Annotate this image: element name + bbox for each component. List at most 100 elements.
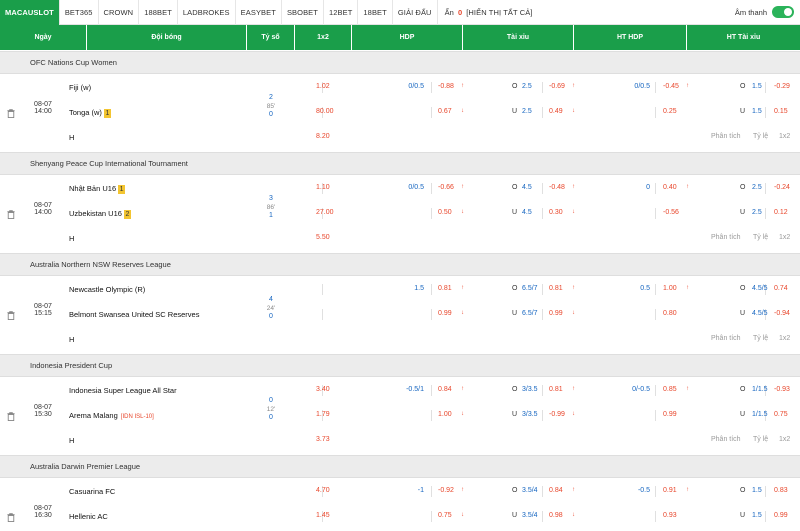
odds-away-win[interactable]: 8.20 [316, 133, 330, 140]
ht-hdp-away-odds[interactable]: 0.99 [663, 411, 677, 418]
ht-tx-under-odds[interactable]: -0.94 [774, 310, 790, 317]
away-team-name: Tonga (w) [69, 108, 102, 117]
odds-change-arrow: ↑ [686, 83, 689, 89]
tx-under-odds[interactable]: 0.99 [549, 310, 563, 317]
onex2-link[interactable]: 1x2 [779, 436, 790, 443]
away-team[interactable]: Uzbekistan U16 2 [69, 209, 131, 219]
hdp-away-odds[interactable]: 0.67 [438, 108, 452, 115]
tab-ladbrokes[interactable]: LADBROKES [178, 0, 236, 25]
odds-link[interactable]: Tỷ lệ [753, 234, 768, 241]
trash-icon[interactable] [7, 412, 15, 421]
hdp-home-odds[interactable]: -0.66 [438, 184, 454, 191]
ht-tx-under-odds[interactable]: 0.75 [774, 411, 788, 418]
hdp-home-odds[interactable]: -0.88 [438, 83, 454, 90]
onex2-link[interactable]: 1x2 [779, 335, 790, 342]
tab-188bet[interactable]: 188BET [139, 0, 178, 25]
hdp-home-odds[interactable]: 0.81 [438, 285, 452, 292]
tx-over-odds[interactable]: 0.81 [549, 285, 563, 292]
odds-change-arrow: ↑ [461, 386, 464, 392]
trash-icon[interactable] [7, 210, 15, 219]
home-team[interactable]: Newcastle Olympic (R) [69, 285, 145, 294]
tab-18bet[interactable]: 18BET [358, 0, 393, 25]
odds-link[interactable]: Tỷ lệ [753, 436, 768, 443]
analysis-link[interactable]: Phân tích [711, 335, 741, 342]
odds-draw[interactable]: 80.00 [316, 108, 334, 115]
tx-under-odds[interactable]: 0.30 [549, 209, 563, 216]
tx-under-odds[interactable]: 0.98 [549, 512, 563, 519]
ht-hdp-away-odds[interactable]: 0.80 [663, 310, 677, 317]
away-team[interactable]: Tonga (w) 1 [69, 108, 111, 118]
ht-over-label: O [740, 386, 746, 393]
home-team[interactable]: Indonesia Super League All Star [69, 386, 177, 395]
away-team[interactable]: Arema Malang [IDN ISL-10] [69, 411, 154, 420]
away-team-name: Hellenic AC [69, 512, 108, 521]
away-team[interactable]: Hellenic AC [69, 512, 108, 521]
tab-giai-dau[interactable]: GIẢI ĐẤU [393, 0, 438, 25]
odds-home-win[interactable]: 3.40 [316, 386, 330, 393]
tab-sbobet[interactable]: SBOBET [282, 0, 324, 25]
cell-divider [431, 183, 432, 194]
trash-icon[interactable] [7, 109, 15, 118]
match-datetime: 08-07 14:00 [29, 101, 57, 115]
odds-away-win[interactable]: 3.73 [316, 436, 330, 443]
home-team[interactable]: Nhật Bản U16 1 [69, 184, 126, 194]
hdp-line: -0.5/1 [406, 386, 424, 393]
odds-link[interactable]: Tỷ lệ [753, 335, 768, 342]
tab-macauslot[interactable]: MACAUSLOT [0, 0, 60, 25]
analysis-link[interactable]: Phân tích [711, 234, 741, 241]
onex2-link[interactable]: 1x2 [779, 234, 790, 241]
ht-tx-over-odds[interactable]: -0.24 [774, 184, 790, 191]
tx-over-odds[interactable]: -0.48 [549, 184, 565, 191]
home-team[interactable]: Fiji (w) [69, 83, 91, 92]
tab-bet365[interactable]: BET365 [60, 0, 99, 25]
ht-hdp-home-odds[interactable]: 0.85 [663, 386, 677, 393]
ht-tx-under-odds[interactable]: 0.99 [774, 512, 788, 519]
hdp-away-odds[interactable]: 0.75 [438, 512, 452, 519]
ht-hdp-away-odds[interactable]: -0.56 [663, 209, 679, 216]
tx-over-odds[interactable]: 0.81 [549, 386, 563, 393]
odds-link[interactable]: Tỷ lệ [753, 133, 768, 140]
ht-tx-under-odds[interactable]: 0.15 [774, 108, 788, 115]
tx-over-odds[interactable]: -0.69 [549, 83, 565, 90]
odds-home-win[interactable]: 1.10 [316, 184, 330, 191]
ht-tx-over-odds[interactable]: 0.74 [774, 285, 788, 292]
odds-draw[interactable]: 27.00 [316, 209, 334, 216]
show-all-link[interactable]: [HIỂN THỊ TẤT CẢ] [466, 8, 532, 17]
ht-tx-over-odds[interactable]: -0.29 [774, 83, 790, 90]
tab-12bet[interactable]: 12BET [324, 0, 359, 25]
sound-toggle[interactable] [772, 6, 794, 18]
home-team[interactable]: Casuarina FC [69, 487, 115, 496]
tx-under-odds[interactable]: -0.99 [549, 411, 565, 418]
cell-divider [542, 208, 543, 219]
tab-crown[interactable]: CROWN [99, 0, 140, 25]
ht-hdp-home-odds[interactable]: -0.45 [663, 83, 679, 90]
tx-under-odds[interactable]: 0.49 [549, 108, 563, 115]
hdp-away-odds[interactable]: 0.50 [438, 209, 452, 216]
tab-easybet[interactable]: EASYBET [236, 0, 282, 25]
trash-icon[interactable] [7, 311, 15, 320]
tx-over-odds[interactable]: 0.84 [549, 487, 563, 494]
ht-tx-over-odds[interactable]: -0.93 [774, 386, 790, 393]
hdp-away-odds[interactable]: 1.00 [438, 411, 452, 418]
analysis-link[interactable]: Phân tích [711, 436, 741, 443]
ht-hdp-home-odds[interactable]: 1.00 [663, 285, 677, 292]
score-home: 0 [269, 397, 273, 404]
trash-icon[interactable] [7, 513, 15, 522]
ht-hdp-away-odds[interactable]: 0.93 [663, 512, 677, 519]
odds-draw[interactable]: 1.45 [316, 512, 330, 519]
analysis-link[interactable]: Phân tích [711, 133, 741, 140]
odds-away-win[interactable]: 5.50 [316, 234, 330, 241]
ht-tx-under-odds[interactable]: 0.12 [774, 209, 788, 216]
onex2-link[interactable]: 1x2 [779, 133, 790, 140]
away-team[interactable]: Belmont Swansea United SC Reserves [69, 310, 199, 319]
hdp-home-odds[interactable]: 0.84 [438, 386, 452, 393]
ht-hdp-home-odds[interactable]: 0.91 [663, 487, 677, 494]
odds-home-win[interactable]: 1.02 [316, 83, 330, 90]
odds-draw[interactable]: 1.79 [316, 411, 330, 418]
odds-home-win[interactable]: 4.70 [316, 487, 330, 494]
ht-hdp-away-odds[interactable]: 0.25 [663, 108, 677, 115]
ht-tx-over-odds[interactable]: 0.83 [774, 487, 788, 494]
ht-hdp-home-odds[interactable]: 0.40 [663, 184, 677, 191]
hdp-away-odds[interactable]: 0.99 [438, 310, 452, 317]
hdp-home-odds[interactable]: -0.92 [438, 487, 454, 494]
